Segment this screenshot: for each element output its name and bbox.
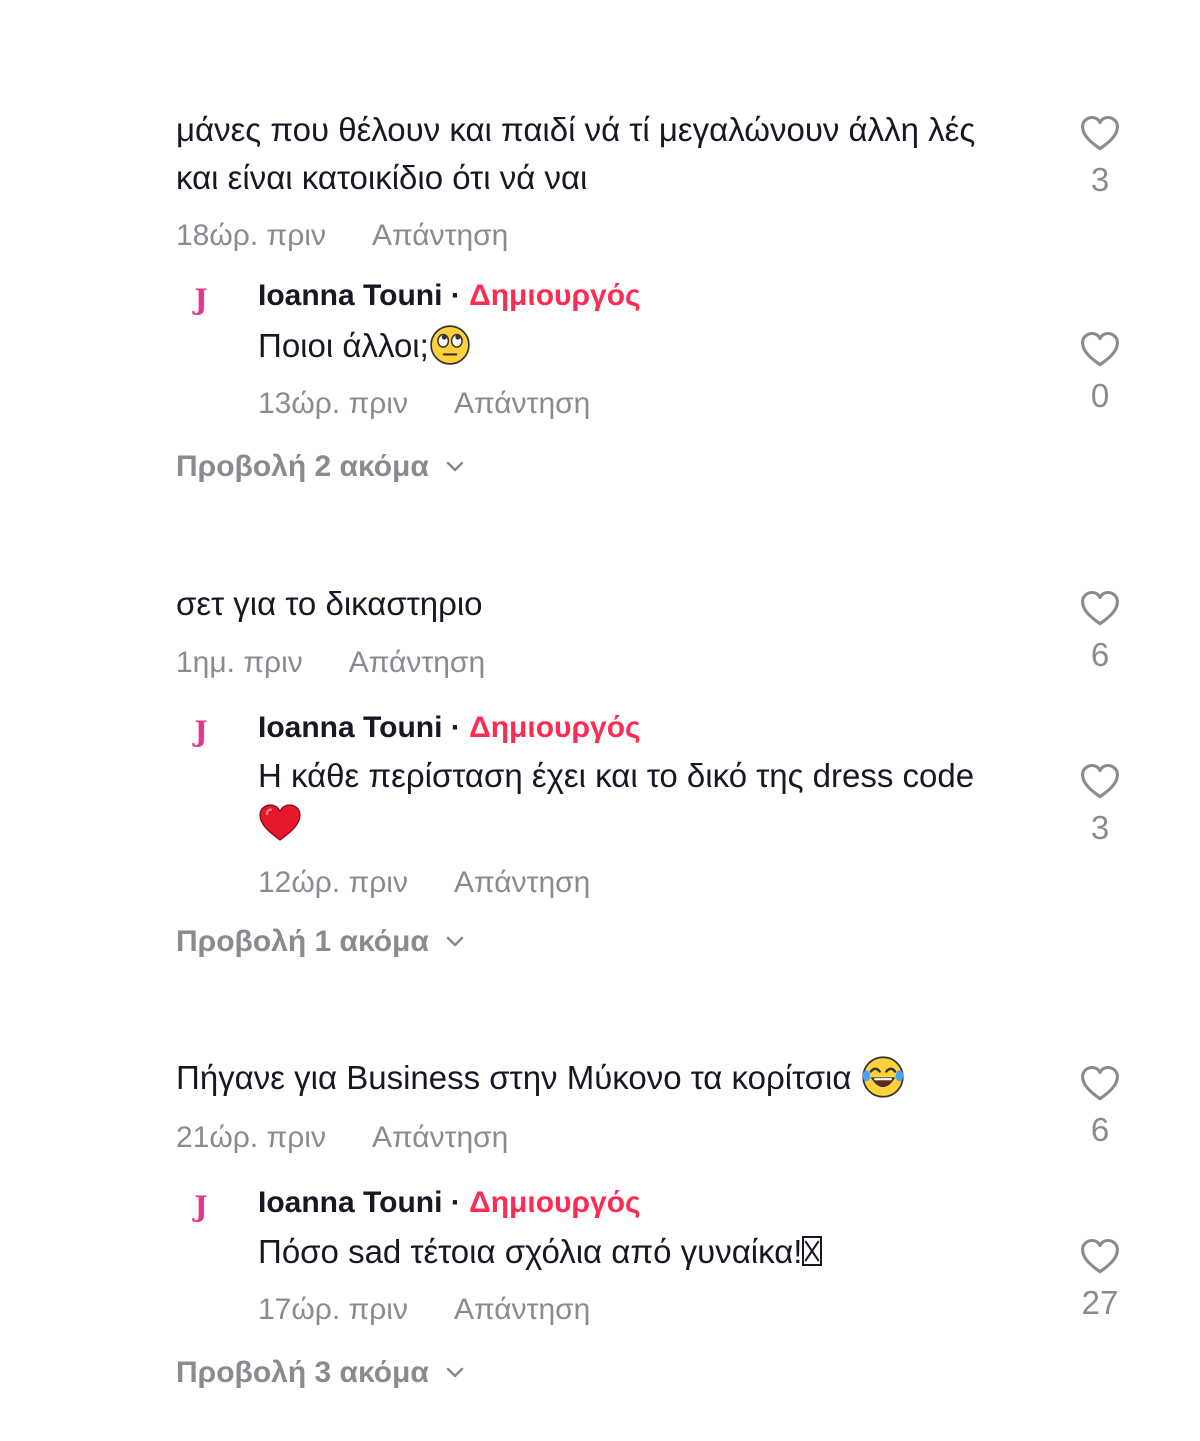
chevron-down-icon [443,454,467,478]
reply-text: Ποιοι άλλοι; [258,322,1018,370]
chevron-down-icon [443,929,467,953]
heart-icon [1078,1062,1122,1106]
reply-button[interactable]: Απάντηση [454,1293,590,1326]
comment-meta: 18ώρ. πριν Απάντηση [176,216,508,256]
view-more-replies[interactable]: Προβολή 3 ακόμα [176,1353,467,1393]
reply-button[interactable]: Απάντηση [454,387,590,420]
view-more-replies[interactable]: Προβολή 2 ακόμα [176,447,467,487]
reply-text-content: Η κάθε περίσταση έχει και το δικό της dr… [258,757,975,794]
reply-text-content: Ποιοι άλλοι; [258,327,429,364]
like-count: 3 [1090,161,1110,198]
comment-text-content: Πήγανε για Business στην Μύκονο τα κορίτ… [176,1059,852,1096]
view-more-replies[interactable]: Προβολή 1 ακόμα [176,922,467,962]
reply-timestamp: 17ώρ. πριν [258,1293,408,1326]
view-more-label: Προβολή 3 ακόμα [176,1356,429,1389]
like-count: 0 [1090,377,1110,414]
reply-text: Πόσο sad τέτοια σχόλια από γυναίκα! [258,1228,1018,1276]
reply-author-line: Ioanna Touni · Δημιουργός [258,1183,641,1223]
reply-timestamp: 12ώρ. πριν [258,866,408,899]
missing-glyph-box [802,1236,823,1267]
reply-button[interactable]: Απάντηση [372,1118,508,1158]
avatar[interactable]: J [186,714,216,750]
like-count: 27 [1081,1284,1119,1321]
reply-meta: 13ώρ. πριν Απάντηση [258,384,590,424]
comment-text-content: σετ για το δικαστηριο [176,585,483,622]
comment-meta: 1ημ. πριν Απάντηση [176,643,485,683]
avatar[interactable]: J [186,1189,216,1225]
comment-text: σετ για το δικαστηριο [176,580,1016,628]
reply-author-line: Ioanna Touni · Δημιουργός [258,276,641,316]
reply-author-name[interactable]: Ioanna Touni [258,711,442,744]
heart-icon [1078,1235,1122,1279]
like-count: 3 [1090,809,1110,846]
reply-meta: 12ώρ. πριν Απάντηση [258,863,590,903]
like-button[interactable]: 0 [1070,328,1130,416]
reply-button[interactable]: Απάντηση [349,643,485,683]
view-more-label: Προβολή 1 ακόμα [176,925,429,958]
view-more-label: Προβολή 2 ακόμα [176,450,429,483]
creator-badge: Δημιουργός [469,279,641,312]
like-button[interactable]: 6 [1070,1062,1130,1150]
author-separator: · [450,279,461,312]
comment-meta: 21ώρ. πριν Απάντηση [176,1118,508,1158]
comment-timestamp: 18ώρ. πριν [176,219,326,252]
heart-icon [1078,587,1122,631]
comment-timestamp: 21ώρ. πριν [176,1121,326,1154]
like-count: 6 [1090,636,1110,673]
reply-button[interactable]: Απάντηση [372,216,508,256]
reply-text-content: Πόσο sad τέτοια σχόλια από γυναίκα! [258,1233,803,1270]
reply-text: Η κάθε περίσταση έχει και το δικό της dr… [258,752,1018,848]
comment-text: Πήγανε για Business στην Μύκονο τα κορίτ… [176,1054,1016,1102]
heart-icon [1078,328,1122,372]
author-separator: · [450,711,461,744]
comment-text: μάνες που θέλουν και παιδί νά τί μεγαλών… [176,106,1016,202]
reply-author-name[interactable]: Ioanna Touni [258,279,442,312]
author-separator: · [450,1186,461,1219]
creator-badge: Δημιουργός [469,1186,641,1219]
like-button[interactable]: 3 [1070,112,1130,200]
reply-meta: 17ώρ. πριν Απάντηση [258,1290,590,1330]
reply-button[interactable]: Απάντηση [454,866,590,899]
heart-icon [1078,760,1122,804]
red-heart-emoji [259,804,301,842]
like-button[interactable]: 27 [1070,1235,1130,1323]
face-with-tears-of-joy-emoji [861,1056,904,1098]
avatar[interactable]: J [186,282,216,318]
face-with-rolling-eyes-emoji [430,325,470,366]
like-button[interactable]: 3 [1070,760,1130,848]
comment-text-content: μάνες που θέλουν και παιδί νά τί μεγαλών… [176,111,976,196]
reply-timestamp: 13ώρ. πριν [258,387,408,420]
comment-timestamp: 1ημ. πριν [176,646,303,679]
like-count: 6 [1090,1111,1110,1148]
reply-author-line: Ioanna Touni · Δημιουργός [258,708,641,748]
like-button[interactable]: 6 [1070,587,1130,675]
heart-icon [1078,112,1122,156]
chevron-down-icon [443,1360,467,1384]
creator-badge: Δημιουργός [469,711,641,744]
reply-author-name[interactable]: Ioanna Touni [258,1186,442,1219]
